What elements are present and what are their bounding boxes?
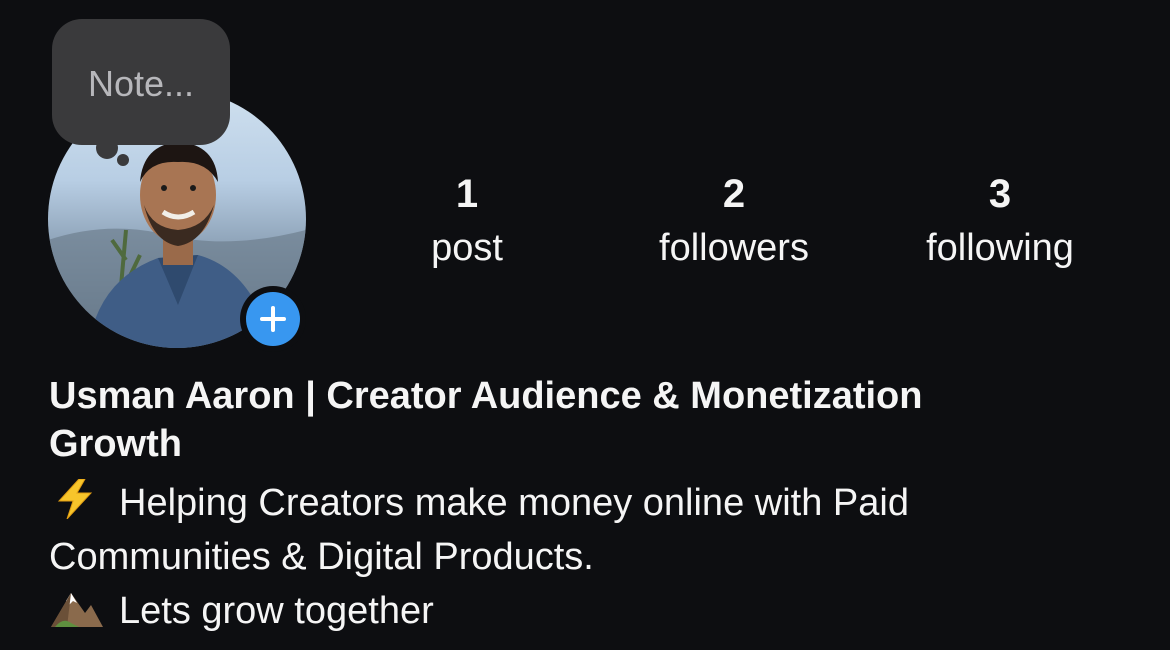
stat-posts[interactable]: 1 post bbox=[347, 168, 587, 274]
add-story-button[interactable] bbox=[240, 286, 306, 352]
bio-line-helping: Helping Creators make money online with … bbox=[49, 476, 1129, 584]
mountain-icon bbox=[51, 593, 103, 627]
followers-label: followers bbox=[659, 227, 809, 269]
posts-label: post bbox=[431, 227, 503, 269]
profile-name-line1: Usman Aaron | Creator Audience & Monetiz… bbox=[49, 375, 923, 417]
bio-text-line3: Lets grow together bbox=[119, 590, 434, 632]
posts-count: 1 bbox=[455, 172, 479, 216]
following-count: 3 bbox=[988, 172, 1012, 216]
note-placeholder: Note... bbox=[87, 63, 195, 104]
plus-icon bbox=[260, 306, 286, 332]
stat-followers[interactable]: 2 followers bbox=[614, 168, 854, 274]
followers-count: 2 bbox=[722, 172, 746, 216]
bio-text-line1: Helping Creators make money online with … bbox=[119, 482, 909, 524]
lightning-icon bbox=[57, 479, 93, 519]
bio-text-line2: Communities & Digital Products. bbox=[49, 536, 594, 578]
profile-name: Usman Aaron | Creator Audience & Monetiz… bbox=[49, 372, 1109, 468]
bio-line-grow: Lets grow together bbox=[49, 584, 1129, 638]
note-bubble-tail-small bbox=[117, 154, 129, 166]
note-bubble-tail bbox=[96, 137, 118, 159]
stat-following[interactable]: 3 following bbox=[880, 168, 1120, 274]
profile-name-line2: Growth bbox=[49, 423, 182, 465]
note-bubble[interactable]: Note... bbox=[52, 19, 230, 145]
following-label: following bbox=[926, 227, 1074, 269]
